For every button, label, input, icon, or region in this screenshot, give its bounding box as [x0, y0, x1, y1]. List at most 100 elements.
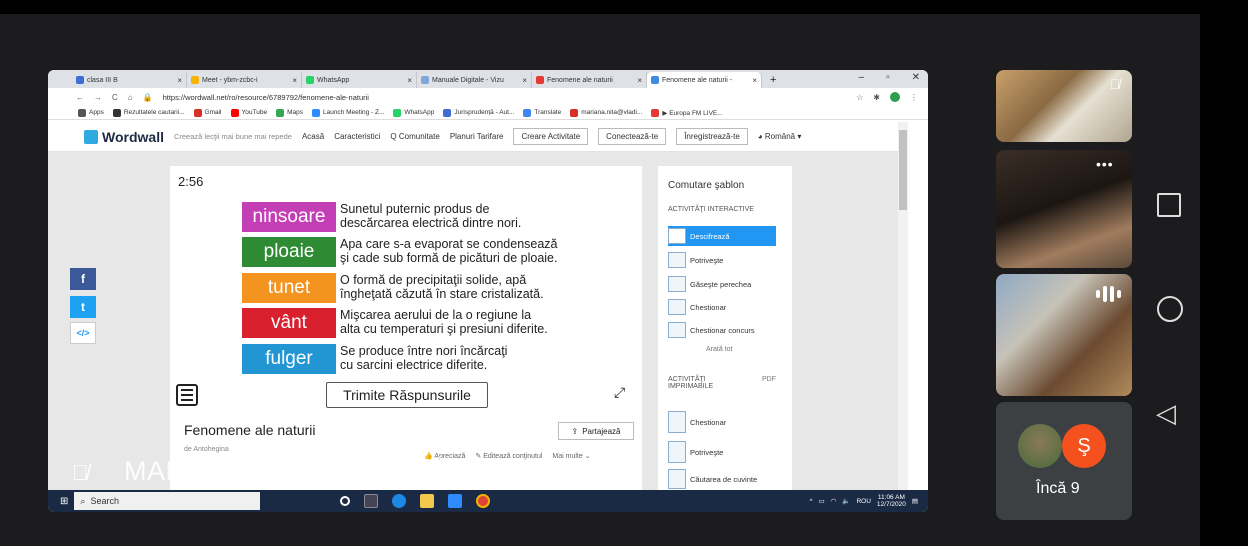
close-icon[interactable]: × [177, 76, 182, 85]
star-icon[interactable]: ☆ [856, 93, 863, 102]
kebab-menu-icon[interactable]: ⋮ [910, 93, 918, 102]
language-indicator[interactable]: ROU [856, 498, 870, 505]
browser-tab[interactable]: Manuale Digitale - Vizu × [417, 72, 532, 88]
template-item[interactable]: Chestionar [668, 297, 776, 317]
volume-icon[interactable]: 🔈 [842, 497, 850, 505]
bookmark[interactable]: Jurisprudență - Aut... [443, 108, 514, 117]
word-tile[interactable]: ninsoare [242, 202, 336, 232]
template-item-selected[interactable]: Descifrează [668, 226, 776, 246]
edit-button[interactable]: ✎ Editează conţinutul [475, 452, 542, 460]
bookmark[interactable]: mariana.nita@vladi... [570, 108, 642, 117]
close-icon[interactable]: × [637, 76, 642, 85]
bookmark[interactable]: YouTube [230, 108, 267, 117]
gmail-icon [570, 108, 579, 117]
chrome-icon[interactable] [476, 494, 491, 508]
taskbar-search[interactable]: ⌕ Search [74, 492, 261, 510]
embed-icon[interactable]: </> [70, 322, 96, 344]
bookmark[interactable]: Launch Meeting - Z... [311, 108, 384, 117]
close-icon[interactable]: × [407, 76, 412, 85]
register-button[interactable]: Înregistrează-te [676, 128, 748, 145]
participant-tile[interactable]: 🎙̸ [996, 70, 1132, 142]
forward-icon[interactable]: → [94, 93, 102, 102]
twitter-share-icon[interactable]: t [70, 296, 96, 318]
nav-community[interactable]: Q Comunitate [390, 132, 439, 141]
template-icon [668, 228, 686, 244]
bookmark[interactable]: Maps [276, 108, 303, 117]
file-explorer-icon[interactable] [420, 494, 435, 508]
nav-pricing[interactable]: Planuri Tarifare [450, 132, 504, 141]
fullscreen-icon[interactable]: ⤢ [614, 384, 625, 401]
maximize-icon[interactable]: ▫ [886, 72, 890, 83]
new-tab-icon[interactable]: + [770, 74, 776, 86]
browser-tab[interactable]: clasa III B × [72, 72, 187, 88]
extension-icon[interactable]: ✱ [873, 93, 880, 102]
tray-chevron-icon[interactable]: ^ [809, 498, 812, 505]
home-nav-icon[interactable] [1157, 296, 1183, 322]
bookmark[interactable]: WhatsApp [393, 108, 434, 117]
more-options-icon[interactable]: ••• [1096, 156, 1114, 172]
browser-tab[interactable]: Meet - ybm-zcbc-i × [187, 72, 302, 88]
share-button[interactable]: ⇪ Partajează [558, 422, 634, 440]
activity-title: Fenomene ale naturii [184, 422, 316, 438]
bookmark[interactable]: ▶ Europa FM LIVE... [651, 108, 723, 117]
minimize-icon[interactable]: – [859, 72, 865, 83]
wordwall-logo[interactable]: Wordwall [84, 129, 164, 145]
windows-start-icon[interactable]: ⊞ [60, 496, 68, 507]
back-icon[interactable]: ← [76, 93, 84, 102]
word-tile[interactable]: fulger [242, 344, 336, 374]
nav-features[interactable]: Caracteristici [334, 132, 380, 141]
bookmark[interactable]: Translate [523, 108, 561, 117]
bookmark[interactable]: Apps [78, 108, 104, 117]
browser-tab[interactable]: Fenomene ale naturii × [532, 72, 647, 88]
network-icon[interactable]: ▭ [819, 497, 825, 505]
facebook-share-icon[interactable]: f [70, 268, 96, 290]
template-label: Descifrează [690, 231, 730, 241]
browser-tab-active[interactable]: Fenomene ale naturii - × [647, 72, 762, 88]
more-participants-tile[interactable] [996, 402, 1132, 520]
template-item[interactable]: Găseşte perechea [668, 274, 776, 294]
printable-item[interactable]: Potriveşte [668, 440, 776, 464]
close-icon[interactable]: × [292, 76, 297, 85]
word-tile[interactable]: tunet [242, 273, 336, 303]
scrollbar-thumb[interactable] [899, 130, 907, 210]
home-icon[interactable]: ⌂ [128, 93, 133, 102]
show-all-link[interactable]: Arată tot [706, 346, 732, 353]
bookmark[interactable]: Rezultatele cautarii... [112, 108, 185, 117]
recents-nav-icon[interactable] [1157, 193, 1181, 217]
share-icon: ⇪ [571, 426, 579, 436]
printable-item[interactable]: Chestionar [668, 410, 776, 434]
profile-icon[interactable] [890, 92, 900, 102]
tab-label: WhatsApp [317, 76, 350, 84]
template-item[interactable]: Potriveşte [668, 250, 776, 270]
printable-item[interactable]: Căutarea de cuvinte [668, 468, 776, 490]
bookmark[interactable]: Gmail [193, 108, 222, 117]
notifications-icon[interactable]: ▤ [912, 497, 918, 505]
create-activity-button[interactable]: Creare Activitate [513, 128, 589, 145]
word-tile[interactable]: ploaie [242, 237, 336, 267]
activity-author[interactable]: de Antohegina [184, 446, 229, 453]
menu-icon[interactable] [176, 384, 198, 406]
login-button[interactable]: Conectează-te [598, 128, 667, 145]
edge-icon[interactable] [392, 494, 407, 508]
close-window-icon[interactable]: ✕ [912, 72, 920, 83]
globe-icon: ◕ [757, 132, 763, 141]
close-icon[interactable]: × [522, 76, 527, 85]
submit-answers-button[interactable]: Trimite Răspunsurile [326, 382, 488, 408]
url-field[interactable]: https://wordwall.net/ro/resource/6789792… [163, 93, 369, 102]
more-button[interactable]: Mai multe ⌄ [552, 452, 590, 460]
word-tile[interactable]: vânt [242, 308, 336, 338]
back-nav-icon[interactable]: ◁ [1156, 398, 1176, 429]
zoom-taskbar-icon[interactable] [448, 494, 463, 508]
task-view-icon[interactable] [364, 494, 379, 508]
shared-screen: clasa III B × Meet - ybm-zcbc-i × WhatsApp… [48, 70, 928, 512]
template-item[interactable]: Chestionar concurs [668, 320, 776, 340]
nav-home[interactable]: Acasă [302, 132, 324, 141]
reload-icon[interactable]: C [112, 93, 118, 102]
cortana-icon[interactable] [340, 496, 351, 506]
browser-tab[interactable]: WhatsApp × [302, 72, 417, 88]
clock[interactable]: 11:06 AM 12/7/2020 [877, 494, 906, 508]
close-icon[interactable]: × [752, 76, 757, 85]
bookmark-label: ▶ Europa FM LIVE... [662, 109, 723, 117]
wifi-icon[interactable]: ◠ [831, 497, 837, 505]
language-select[interactable]: ◕ Română ▾ [758, 132, 802, 141]
